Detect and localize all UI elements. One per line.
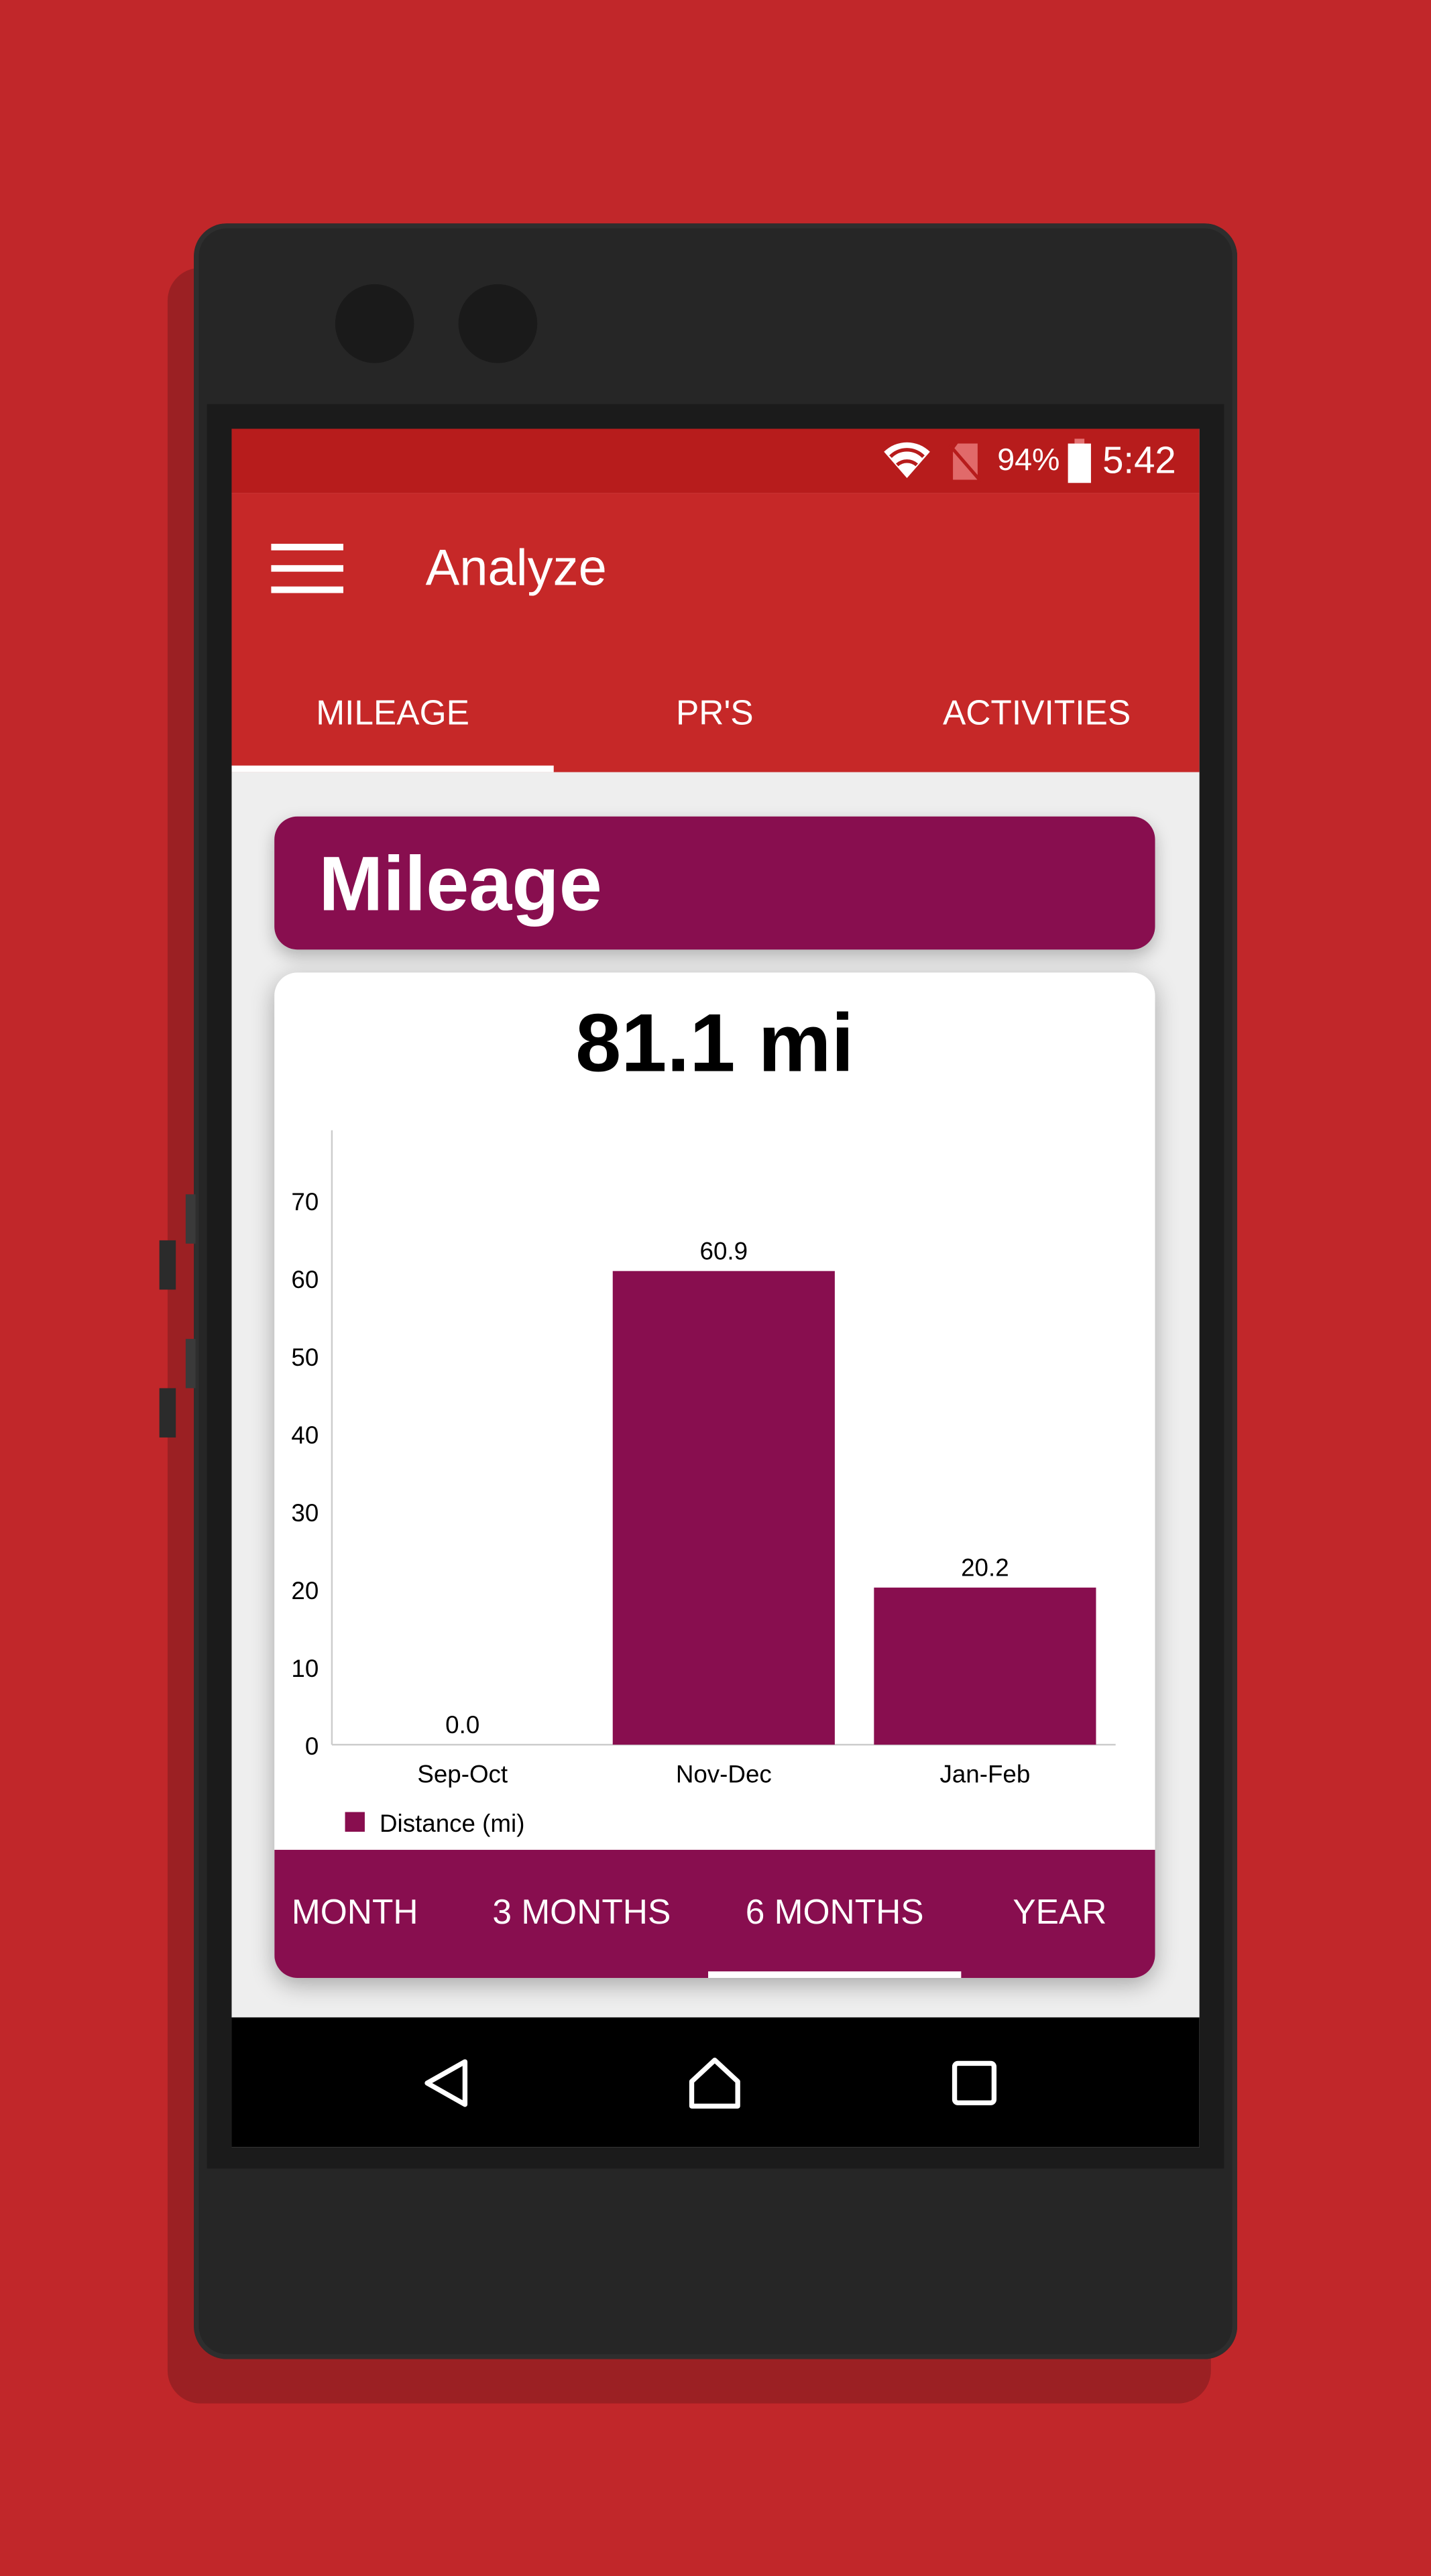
range-tab-3-months[interactable]: 3 MONTHS <box>459 1850 705 1978</box>
battery-icon <box>1068 438 1091 483</box>
back-icon[interactable] <box>420 2057 473 2109</box>
y-tick-label: 50 <box>291 1344 319 1371</box>
content-area: Mileage 81.1 mi 0 10 20 30 40 50 60 70 0.0 Sep-Oc… <box>231 772 1199 2017</box>
bar-value-label: 20.2 <box>961 1554 1009 1582</box>
y-tick-label: 20 <box>291 1577 319 1604</box>
bar <box>874 1587 1096 1745</box>
section-title: Mileage <box>319 839 602 927</box>
range-tab-year[interactable]: YEAR <box>964 1850 1155 1978</box>
side-button <box>185 1194 196 1244</box>
range-tabs: MONTH 3 MONTHS 6 MONTHS YEAR <box>274 1849 1155 1979</box>
tab-activities[interactable]: ACTIVITIES <box>876 657 1198 772</box>
hamburger-menu-icon[interactable] <box>271 542 344 595</box>
home-icon[interactable] <box>687 2055 742 2111</box>
bar <box>612 1271 835 1745</box>
y-tick-label: 60 <box>291 1266 319 1293</box>
y-tick-label: 70 <box>291 1188 319 1216</box>
legend-label: Distance (mi) <box>380 1810 524 1837</box>
y-tick-label: 10 <box>291 1655 319 1682</box>
mileage-card: 81.1 mi 0 10 20 30 40 50 60 70 0.0 Sep-Oct 60.9 Nov… <box>274 972 1155 1979</box>
no-sim-icon <box>948 443 982 483</box>
bar-value-label: 60.9 <box>700 1238 748 1265</box>
clock: 5:42 <box>1102 438 1176 481</box>
range-tab-indicator <box>708 1971 962 1979</box>
power-button <box>159 1388 176 1438</box>
camera-icon <box>458 284 538 363</box>
navigation-bar <box>231 2017 1200 2148</box>
tab-prs[interactable]: PR'S <box>554 657 876 772</box>
legend-swatch <box>345 1812 365 1832</box>
tab-indicator <box>231 765 554 772</box>
status-bar: 94% 5:42 <box>231 428 1200 493</box>
battery-percent: 94% <box>997 443 1060 479</box>
range-tab-month[interactable]: MONTH <box>274 1850 435 1978</box>
y-tick-label: 40 <box>291 1421 319 1449</box>
wifi-icon <box>884 442 930 479</box>
screen: 94% 5:42 Analyze MILEAGE PR'S ACTIVITIES… <box>231 428 1200 2148</box>
volume-button <box>159 1240 176 1290</box>
camera-icon <box>335 284 414 363</box>
y-tick-label: 30 <box>291 1499 319 1527</box>
range-tab-6-months[interactable]: 6 MONTHS <box>708 1850 961 1978</box>
section-header: Mileage <box>274 816 1155 950</box>
x-tick-label: Sep-Oct <box>417 1760 508 1788</box>
x-tick-label: Jan-Feb <box>939 1760 1030 1788</box>
total-distance: 81.1 mi <box>575 997 854 1090</box>
side-button <box>185 1338 196 1389</box>
bar-value-label: 0.0 <box>445 1711 479 1739</box>
page-title: Analyze <box>425 538 607 597</box>
y-tick-label: 0 <box>305 1733 319 1760</box>
tab-mileage[interactable]: MILEAGE <box>231 657 553 772</box>
x-tick-label: Nov-Dec <box>676 1760 772 1788</box>
mileage-bar-chart: 0 10 20 30 40 50 60 70 0.0 Sep-Oct 60.9 Nov-Dec 20.2… <box>291 1130 1116 1837</box>
recents-icon[interactable] <box>952 2060 998 2107</box>
app-toolbar: Analyze MILEAGE PR'S ACTIVITIES <box>231 493 1200 772</box>
